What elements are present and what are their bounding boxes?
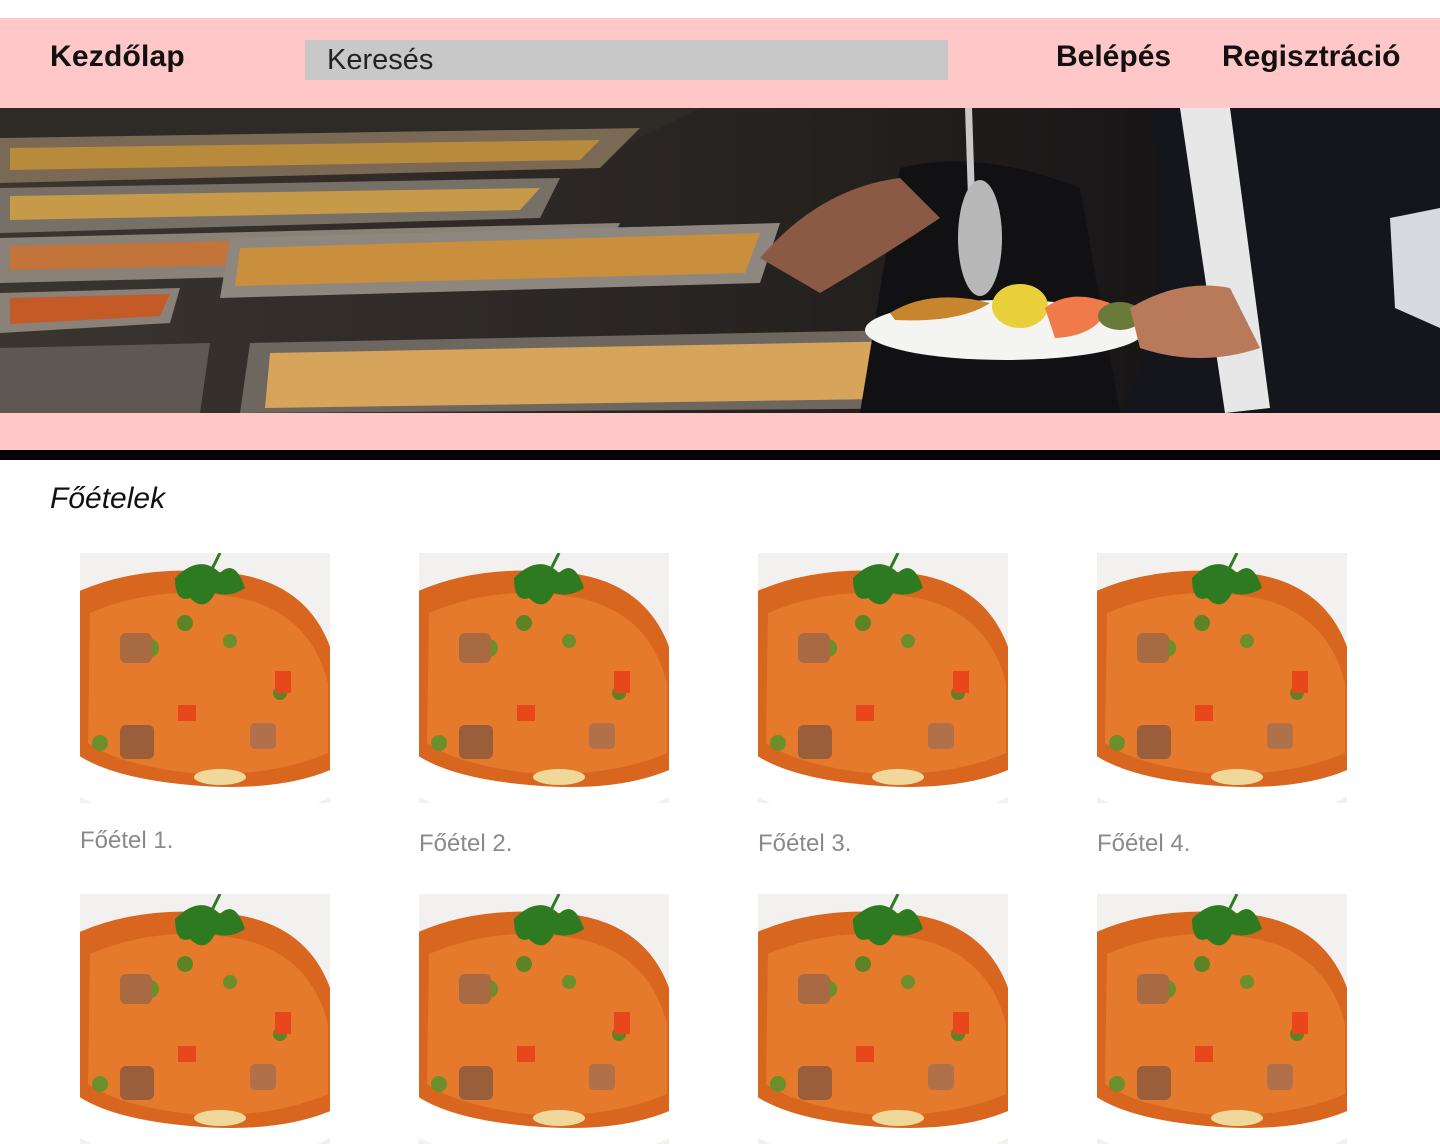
dish-image[interactable] [419,894,669,1144]
dish-card[interactable]: Főétel 3. [758,553,1008,857]
search-input[interactable] [305,40,948,80]
dish-label[interactable]: Főétel 4. [1097,830,1190,858]
dish-image[interactable] [419,553,669,803]
nav-login-link[interactable]: Belépés [1056,40,1171,74]
dish-image[interactable] [1097,894,1347,1144]
dish-image[interactable] [1097,553,1347,803]
dish-card[interactable] [1097,894,1347,1144]
dish-label[interactable]: Főétel 1. [80,827,173,855]
site-header: Kezdőlap Belépés Regisztráció [0,18,1440,108]
dish-label[interactable]: Főétel 2. [419,830,512,858]
nav-register-link[interactable]: Regisztráció [1222,40,1400,74]
buffet-photo [0,108,1440,413]
dish-image[interactable] [758,894,1008,1144]
nav-home-link[interactable]: Kezdőlap [50,40,185,74]
dish-image[interactable] [80,894,330,1144]
dish-card[interactable] [80,894,330,1144]
dish-label[interactable]: Főétel 3. [758,830,851,858]
dish-card[interactable] [419,894,669,1144]
dish-card[interactable]: Főétel 4. [1097,553,1347,857]
hero-image [0,108,1440,413]
dish-image[interactable] [758,553,1008,803]
dish-image[interactable] [80,553,330,803]
section-divider [0,450,1440,460]
section-title: Főételek [50,482,166,515]
hero-bottom-band [0,413,1440,450]
dish-card[interactable]: Főétel 2. [419,553,669,857]
dish-card[interactable] [758,894,1008,1144]
dish-card[interactable]: Főétel 1. [80,553,330,854]
